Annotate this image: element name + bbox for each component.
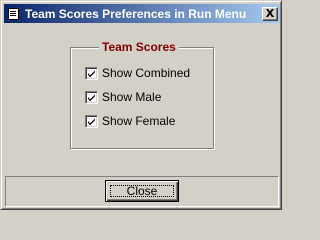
show-combined-option[interactable]: Show Combined [85, 66, 190, 80]
title-bar[interactable]: Team Scores Preferences in Run Menu X [4, 4, 280, 23]
show-female-option[interactable]: Show Female [85, 114, 175, 128]
title-close-button[interactable]: X [262, 6, 278, 21]
window-title: Team Scores Preferences in Run Menu [25, 6, 247, 21]
button-panel: Close [5, 176, 279, 207]
team-scores-group: Team Scores Show Combined Show Male Show… [70, 40, 214, 149]
app-window-icon [7, 7, 21, 21]
show-combined-label: Show Combined [102, 66, 191, 80]
checkmark-icon [88, 70, 95, 77]
checkmark-icon [88, 118, 95, 125]
dialog-window: Team Scores Preferences in Run Menu X Te… [0, 0, 282, 210]
show-female-label: Show Female [102, 114, 176, 128]
show-combined-checkbox[interactable] [85, 66, 98, 80]
show-male-option[interactable]: Show Male [85, 90, 161, 104]
show-male-checkbox[interactable] [85, 90, 98, 104]
show-female-checkbox[interactable] [85, 114, 98, 128]
checkmark-icon [88, 94, 95, 101]
show-male-label: Show Male [102, 90, 162, 104]
close-button-label: Close [126, 184, 158, 198]
group-legend: Team Scores [99, 40, 179, 54]
close-button[interactable]: Close [105, 180, 179, 202]
